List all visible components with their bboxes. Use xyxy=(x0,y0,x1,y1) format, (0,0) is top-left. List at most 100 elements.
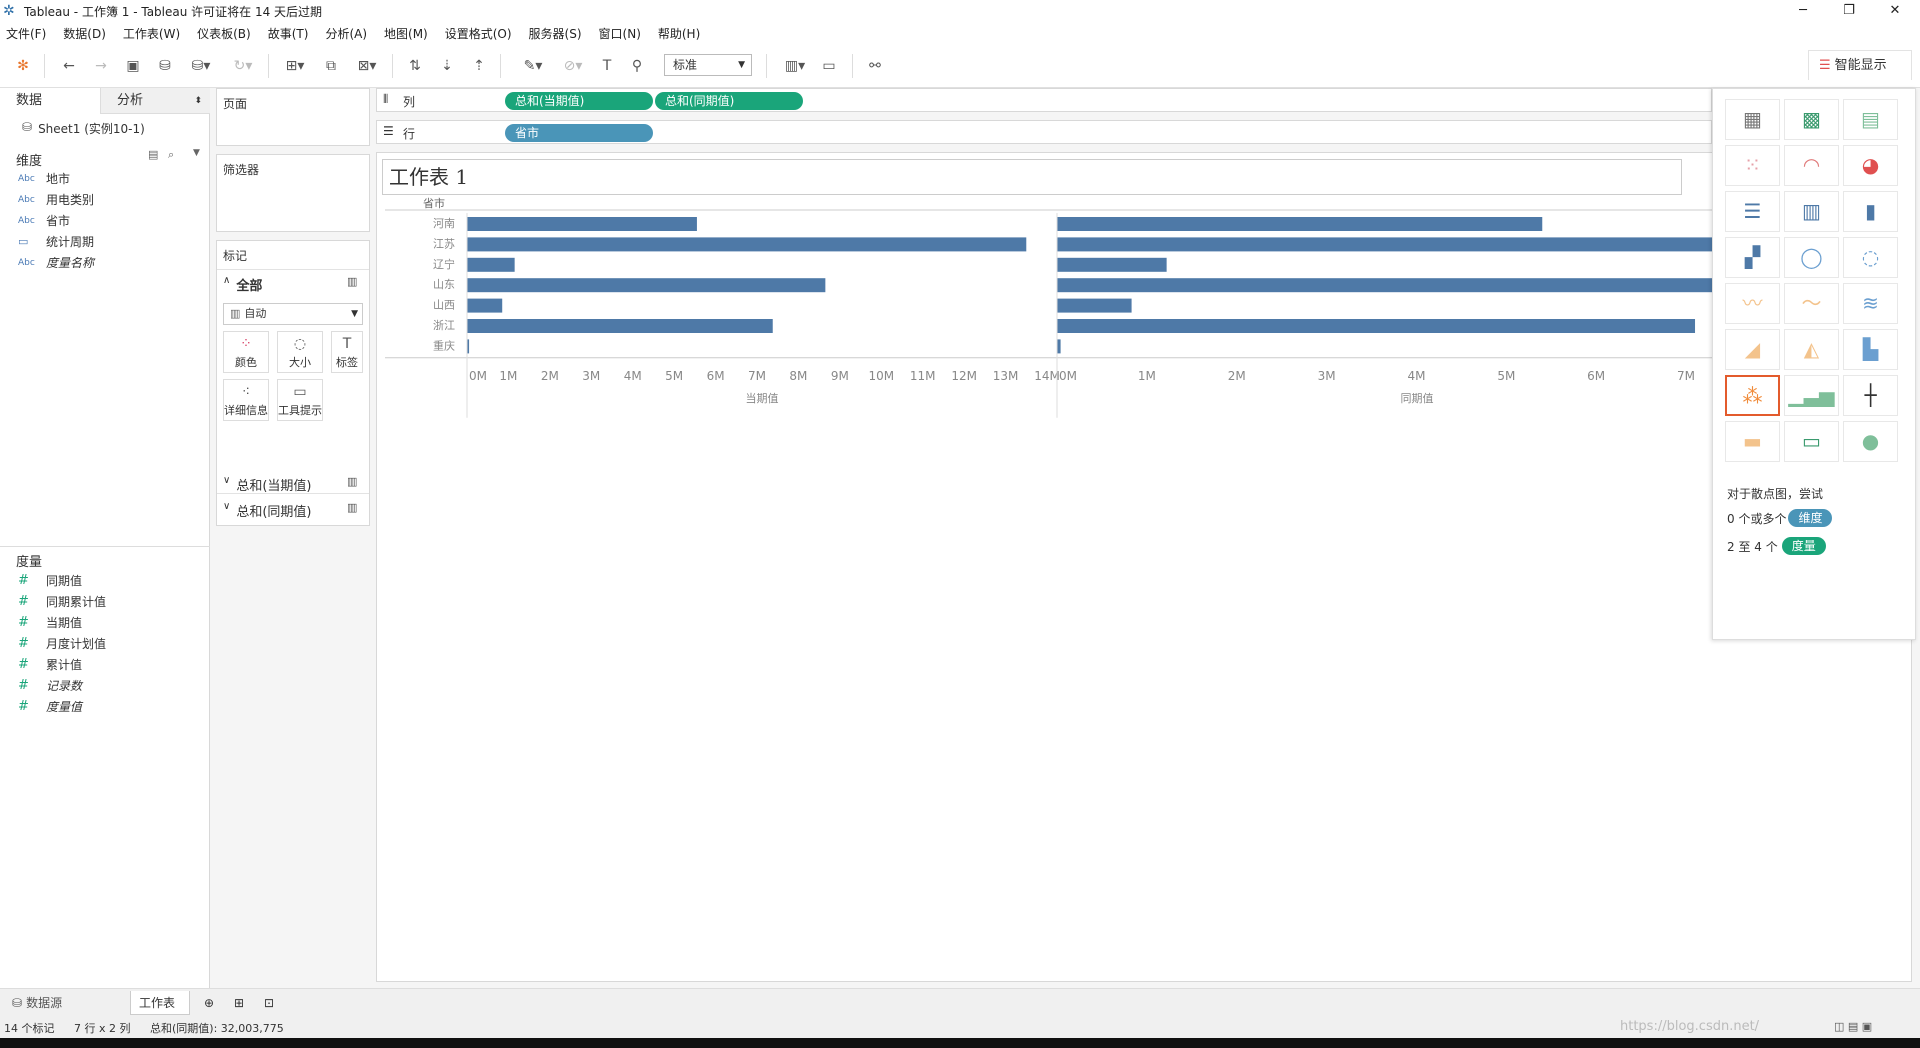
field-measure[interactable]: # 度量值 xyxy=(18,698,82,716)
menu-help[interactable]: 帮助(H) xyxy=(658,25,700,42)
save-icon[interactable]: ▣ xyxy=(122,55,144,77)
pin-icon[interactable]: ⚲ xyxy=(626,55,648,77)
circle-view-icon[interactable]: ◯ xyxy=(1784,237,1839,278)
columns-pill-current[interactable]: 总和(当期值) xyxy=(505,92,653,110)
datasource-item[interactable]: ⛁ Sheet1 (实例10-1) xyxy=(22,120,145,137)
menu-file[interactable]: 文件(F) xyxy=(6,25,46,42)
area-discrete-icon[interactable]: ◭ xyxy=(1784,329,1839,370)
menu-analysis[interactable]: 分析(A) xyxy=(325,25,367,42)
field-measure[interactable]: # 同期累计值 xyxy=(18,593,106,611)
columns-shelf[interactable]: ⦀ 列 总和(当期值) 总和(同期值) xyxy=(376,88,1712,112)
show-labels-icon[interactable]: T xyxy=(596,55,618,77)
tooltip-button[interactable]: ▭ 工具提示 xyxy=(277,379,323,421)
marks-sub-current[interactable]: ∨ 总和(当期值) xyxy=(223,475,311,494)
maximize-button[interactable]: ❐ xyxy=(1826,0,1872,22)
size-button[interactable]: ◌ 大小 xyxy=(277,331,323,373)
tab-sheet1[interactable]: 工作表 1 xyxy=(130,991,190,1034)
sort-descending-icon[interactable]: ⇡ xyxy=(468,55,490,77)
tab-analysis[interactable]: 分析 ⬍ xyxy=(100,88,210,114)
pane-menu-icon[interactable]: ⬍ xyxy=(194,88,202,114)
detail-button[interactable]: ⁖ 详细信息 xyxy=(223,379,269,421)
bar-chart[interactable]: 省市河南江苏辽宁山东山西浙江重庆 0M 1M 2M 3M 4M 5M 6M 7M 8M 9M 10M 1… xyxy=(377,153,1713,433)
side-by-side-bar-icon[interactable]: ▮ xyxy=(1843,191,1898,232)
field-measure[interactable]: # 累计值 xyxy=(18,656,82,674)
group-icon[interactable]: ⊘▾ xyxy=(556,55,590,77)
rows-shelf[interactable]: ☰ 行 省市 xyxy=(376,120,1712,144)
menu-worksheet[interactable]: 工作表(W) xyxy=(123,25,180,42)
highlight-table-icon[interactable]: ▤ xyxy=(1843,99,1898,140)
field-dimension[interactable]: Abc 省市 xyxy=(18,212,70,230)
histogram-icon[interactable]: ▁▃▅ xyxy=(1784,375,1839,416)
tableau-home-icon[interactable]: ✻ xyxy=(12,55,34,77)
line-continuous-icon[interactable]: 〰 xyxy=(1725,283,1780,324)
view-options-icon[interactable]: ▤ xyxy=(148,148,158,161)
pie-chart-icon[interactable]: ◕ xyxy=(1843,145,1898,186)
box-whisker-icon[interactable]: ┼ xyxy=(1843,375,1898,416)
sort-ascending-icon[interactable]: ⇣ xyxy=(436,55,458,77)
fit-select[interactable]: 标准 ▼ xyxy=(664,54,752,76)
clear-sheet-icon[interactable]: ⊠▾ xyxy=(350,55,384,77)
field-dimension[interactable]: Abc 用电类别 xyxy=(18,191,94,209)
swap-icon[interactable]: ⇅ xyxy=(404,55,426,77)
horizontal-bar-icon[interactable]: ☰ xyxy=(1725,191,1780,232)
new-worksheet-icon[interactable]: ⊞▾ xyxy=(278,55,312,77)
filled-map-icon[interactable]: ◠ xyxy=(1784,145,1839,186)
menu-dashboard[interactable]: 仪表板(B) xyxy=(197,25,251,42)
text-table-icon[interactable]: ▦ xyxy=(1725,99,1780,140)
duplicate-icon[interactable]: ⧉ xyxy=(320,55,342,77)
field-measure[interactable]: # 同期值 xyxy=(18,572,82,590)
view-mode-icons[interactable]: ◫ ▤ ▣ xyxy=(1834,1020,1872,1033)
new-datasource-icon[interactable]: ⛁ xyxy=(154,55,176,77)
menu-server[interactable]: 服务器(S) xyxy=(529,25,582,42)
menu-data[interactable]: 数据(D) xyxy=(63,25,106,42)
close-button[interactable]: ✕ xyxy=(1872,0,1918,22)
highlight-icon[interactable]: ✎▾ xyxy=(516,55,550,77)
redo-icon[interactable]: → xyxy=(90,55,112,77)
minimize-button[interactable]: ─ xyxy=(1780,0,1826,22)
field-measure[interactable]: # 记录数 xyxy=(18,677,82,695)
show-cards-icon[interactable]: ▥▾ xyxy=(778,55,812,77)
field-dimension[interactable]: Abc 地市 xyxy=(18,170,70,188)
field-dimension[interactable]: ▭ 统计周期 xyxy=(18,233,94,251)
refresh-icon[interactable]: ↻▾ xyxy=(228,55,258,77)
heat-map-icon[interactable]: ▩ xyxy=(1784,99,1839,140)
scatter-plot-icon[interactable]: ⁂ xyxy=(1725,375,1780,416)
menu-window[interactable]: 窗口(N) xyxy=(599,25,641,42)
packed-bubbles-icon[interactable]: ● xyxy=(1843,421,1898,462)
color-button[interactable]: ⁘ 颜色 xyxy=(223,331,269,373)
bullet-graph-icon[interactable]: ▭ xyxy=(1784,421,1839,462)
new-story-icon[interactable]: ⊡ xyxy=(256,991,282,1015)
label-button[interactable]: T 标签 xyxy=(331,331,363,373)
columns-pill-previous[interactable]: 总和(同期值) xyxy=(655,92,803,110)
chevron-down-icon[interactable]: ▼ xyxy=(193,148,200,158)
menu-format[interactable]: 设置格式(O) xyxy=(445,25,512,42)
new-worksheet-icon[interactable]: ⊕ xyxy=(196,991,222,1015)
side-by-side-circle-icon[interactable]: ◌ xyxy=(1843,237,1898,278)
smart-show-button[interactable]: ☰ 智能显示 xyxy=(1808,50,1912,80)
field-measure[interactable]: # 当期值 xyxy=(18,614,82,632)
new-dashboard-icon[interactable]: ⊞ xyxy=(226,991,252,1015)
filters-card[interactable]: 筛选器 xyxy=(216,154,370,232)
area-continuous-icon[interactable]: ◢ xyxy=(1725,329,1780,370)
field-dimension[interactable]: Abc 度量名称 xyxy=(18,254,94,272)
line-discrete-icon[interactable]: 〜 xyxy=(1784,283,1839,324)
symbol-map-icon[interactable]: ⁙ xyxy=(1725,145,1780,186)
pause-update-icon[interactable]: ⛁▾ xyxy=(186,55,216,77)
tab-datasource[interactable]: ⛁ 数据源 xyxy=(4,991,126,1015)
marks-all-header[interactable]: ∧ 全部 xyxy=(223,275,262,294)
treemap-icon[interactable]: ▞ xyxy=(1725,237,1780,278)
marks-sub-previous[interactable]: ∨ 总和(同期值) xyxy=(223,501,311,520)
dual-combination-icon[interactable]: ▙ xyxy=(1843,329,1898,370)
dual-line-icon[interactable]: ≋ xyxy=(1843,283,1898,324)
share-icon[interactable]: ⚯ xyxy=(864,55,886,77)
mark-type-select[interactable]: ▥ 自动 ▼ xyxy=(223,303,363,325)
presentation-icon[interactable]: ▭ xyxy=(818,55,840,77)
menu-story[interactable]: 故事(T) xyxy=(268,25,309,42)
menu-map[interactable]: 地图(M) xyxy=(384,25,428,42)
tab-data[interactable]: 数据 xyxy=(0,88,100,114)
pages-card[interactable]: 页面 xyxy=(216,88,370,146)
rows-pill-province[interactable]: 省市 xyxy=(505,124,653,142)
undo-icon[interactable]: ← xyxy=(58,55,80,77)
search-icon[interactable]: ⌕ xyxy=(168,148,174,162)
stacked-bar-icon[interactable]: ▥ xyxy=(1784,191,1839,232)
